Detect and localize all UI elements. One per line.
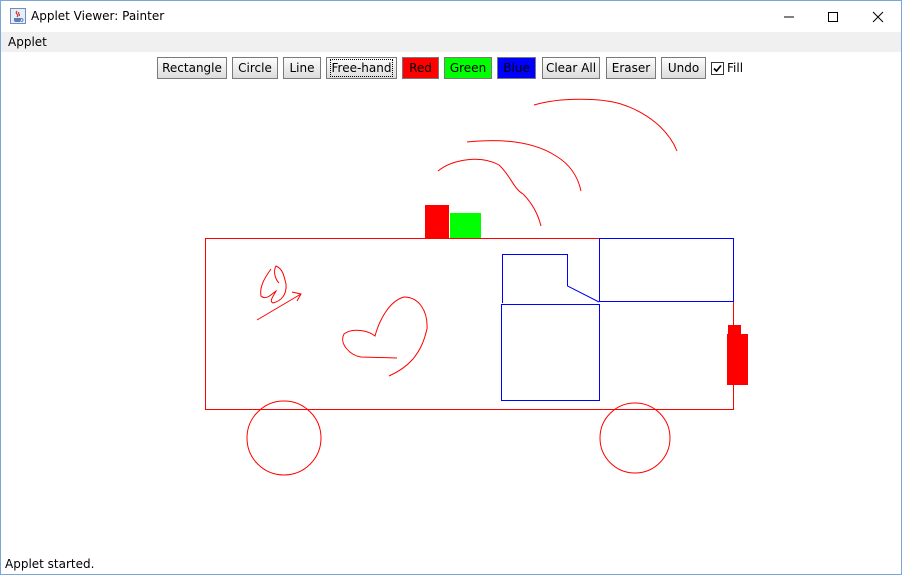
fill-label: Fill [727,61,744,75]
menu-applet[interactable]: Applet [8,35,47,49]
minimize-icon [784,16,794,17]
freehand-heart [342,296,428,377]
title-bar[interactable]: Applet Viewer: Painter [1,1,901,32]
rectangle-button[interactable]: Rectangle [157,57,227,79]
van-body [205,238,734,410]
maximize-icon [828,11,838,22]
checkmark-icon [713,64,722,73]
line-button[interactable]: Line [283,57,321,79]
blue-color-button[interactable]: Blue [497,57,536,79]
window-title: Applet Viewer: Painter [31,9,165,23]
circle-button[interactable]: Circle [232,57,278,79]
drawing-canvas [205,98,748,476]
freehand-arc [533,98,678,152]
close-button[interactable] [855,1,901,32]
eraser-button[interactable]: Eraser [606,57,656,79]
freehand-arc [466,140,582,192]
minimize-button[interactable] [766,1,812,32]
java-cup-icon [10,8,26,24]
freehand-scribble [260,265,287,304]
door-panel [501,304,600,401]
fill-checkbox[interactable] [711,62,724,75]
toolbar: Rectangle Circle Line Free-hand Red Gree… [1,57,901,81]
roof-light-green [450,213,481,239]
wheel [599,402,671,474]
freehand-arc [437,158,542,227]
status-text: Applet started. [5,557,95,571]
door-window [502,254,600,303]
tail-light [727,334,748,385]
van-window [599,238,734,302]
red-color-button[interactable]: Red [402,57,439,79]
undo-button[interactable]: Undo [661,57,706,79]
menu-bar: Applet [1,32,901,52]
applet-window: Applet Viewer: Painter Applet Rectangle … [0,0,902,575]
green-color-button[interactable]: Green [444,57,492,79]
maximize-button[interactable] [810,1,856,32]
clear-all-button[interactable]: Clear All [542,57,600,79]
roof-light-red [425,205,449,239]
freehand-arrow [256,291,302,321]
free-hand-button[interactable]: Free-hand [326,57,397,79]
tail-light [728,325,741,335]
close-icon [872,11,884,22]
wheel [246,400,322,476]
